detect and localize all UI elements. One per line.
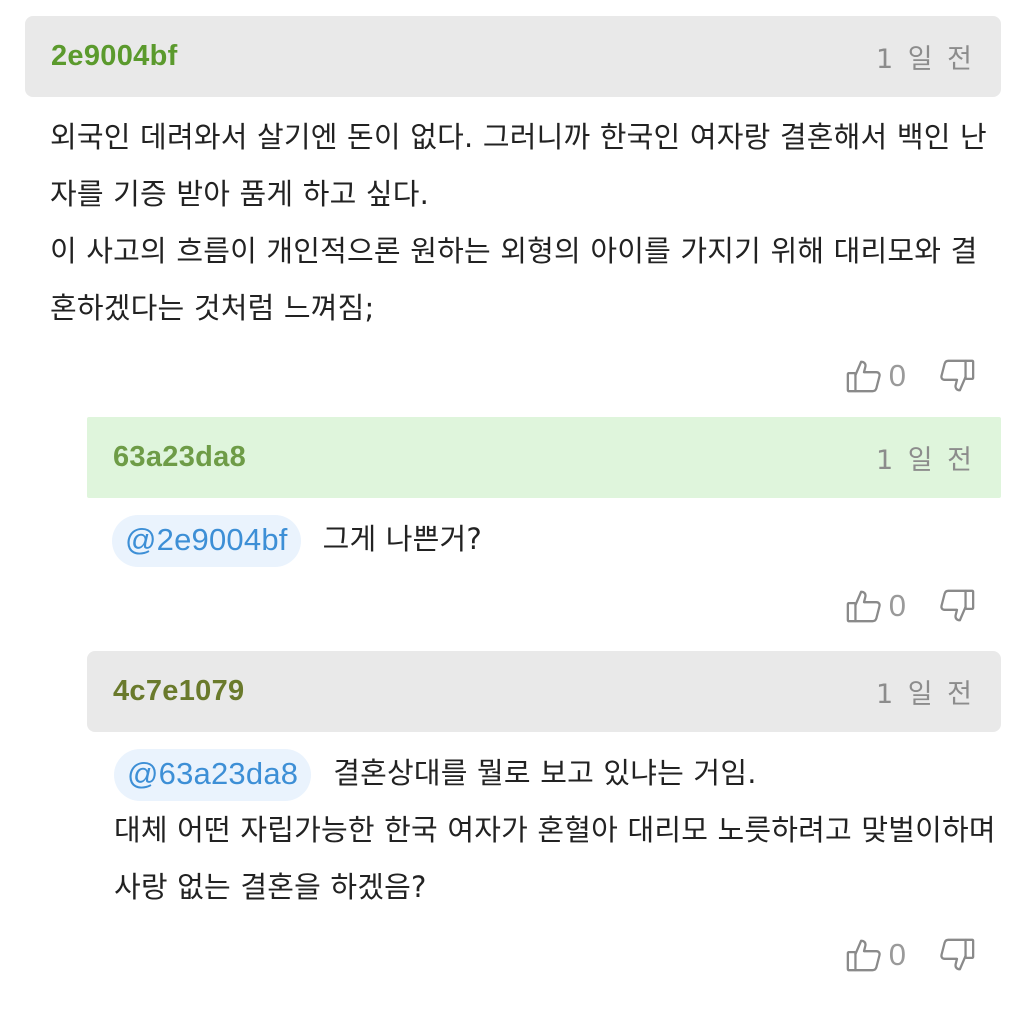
dislike-button[interactable] <box>938 936 976 974</box>
dislike-button[interactable] <box>938 587 976 625</box>
thumbs-up-icon <box>846 590 881 623</box>
thumbs-down-icon <box>940 938 975 971</box>
comment-timestamp: 1 일 전 <box>875 445 975 476</box>
comment-text: 외국인 데려와서 살기엔 돈이 없다. 그러니까 한국인 여자랑 결혼해서 백인… <box>50 120 987 325</box>
thumbs-down-icon <box>940 589 975 622</box>
thumbs-up-icon <box>846 360 881 393</box>
comment-timestamp: 1 일 전 <box>875 679 975 710</box>
comment-author[interactable]: 63a23da8 <box>113 441 246 474</box>
mention-tag[interactable]: @2e9004bf <box>112 515 301 567</box>
comment-author[interactable]: 2e9004bf <box>51 40 178 73</box>
like-count: 0 <box>888 358 906 393</box>
comment-body: @63a23da8 결혼상대를 뭘로 보고 있냐는 거임. 대체 어떤 자립가능한… <box>114 745 1002 916</box>
comment-header: 2e9004bf 1 일 전 <box>25 16 1001 97</box>
comment-author[interactable]: 4c7e1079 <box>113 675 244 708</box>
comment-header: 4c7e1079 1 일 전 <box>87 651 1001 732</box>
comment-body: @2e9004bf 그게 나쁜거? <box>112 511 1002 568</box>
comment-thread: 2e9004bf 1 일 전 외국인 데려와서 살기엔 돈이 없다. 그러니까 … <box>0 0 1024 1032</box>
comment-timestamp: 1 일 전 <box>875 44 975 75</box>
like-button[interactable]: 0 <box>845 936 938 974</box>
like-count: 0 <box>888 588 906 623</box>
reply-comment: 4c7e1079 1 일 전 @63a23da8 결혼상대를 뭘로 보고 있냐는 … <box>0 651 1024 985</box>
comment-header: 63a23da8 1 일 전 <box>87 417 1001 498</box>
like-count: 0 <box>888 937 906 972</box>
reply-comment: 63a23da8 1 일 전 @2e9004bf 그게 나쁜거? 0 <box>0 417 1024 636</box>
comment: 2e9004bf 1 일 전 외국인 데려와서 살기엔 돈이 없다. 그러니까 … <box>0 16 1024 406</box>
dislike-button[interactable] <box>938 357 976 395</box>
thumbs-up-icon <box>846 939 881 972</box>
mention-tag[interactable]: @63a23da8 <box>114 749 312 801</box>
comment-text: 그게 나쁜거? <box>322 522 482 556</box>
like-button[interactable]: 0 <box>845 587 938 625</box>
thumbs-down-icon <box>940 359 975 392</box>
comment-actions: 0 <box>0 346 1024 406</box>
comment-body: 외국인 데려와서 살기엔 돈이 없다. 그러니까 한국인 여자랑 결혼해서 백인… <box>50 109 1002 337</box>
comment-actions: 0 <box>0 576 1024 636</box>
comment-actions: 0 <box>0 925 1024 985</box>
like-button[interactable]: 0 <box>845 357 938 395</box>
